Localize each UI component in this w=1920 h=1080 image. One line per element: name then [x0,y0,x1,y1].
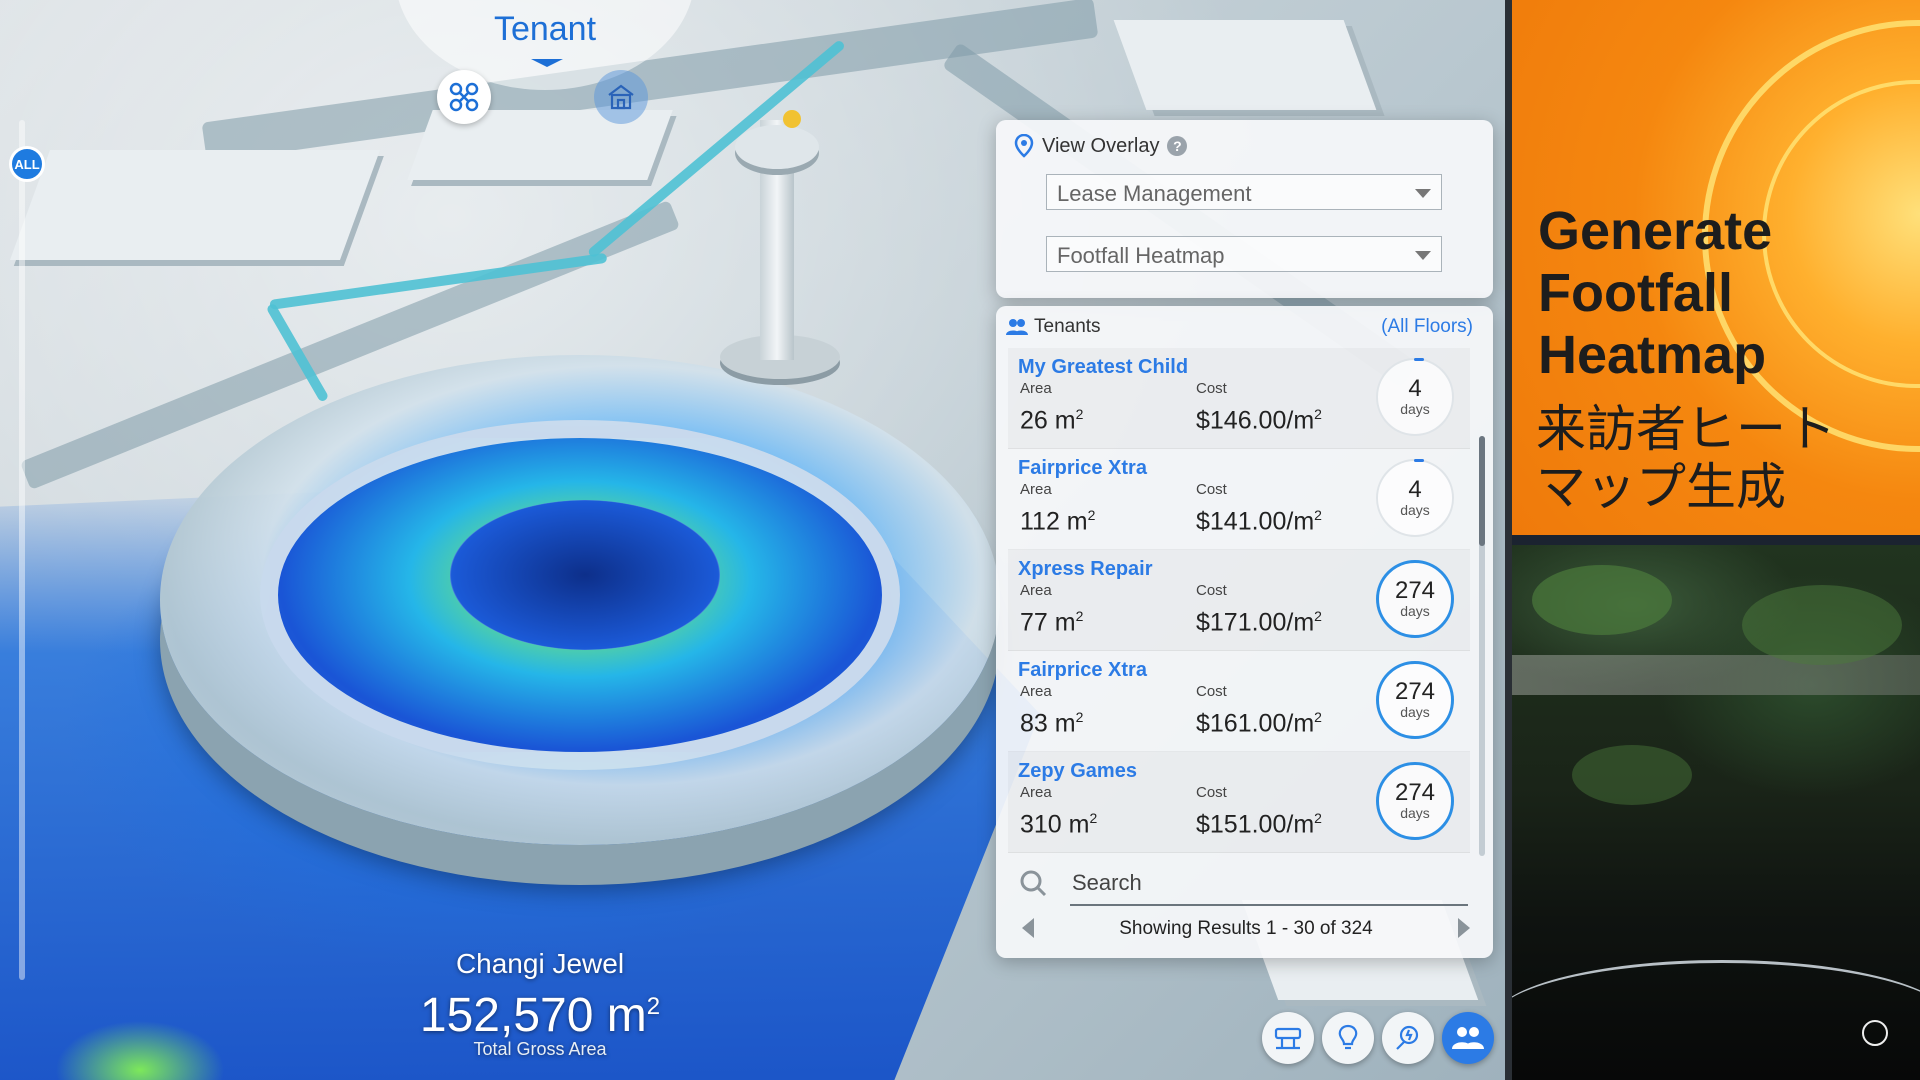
tenant-search [1018,862,1468,906]
chevron-down-icon [1415,251,1431,260]
view-overlay-title: View Overlay [1042,134,1160,157]
energy-icon[interactable] [1382,1012,1434,1064]
signage-icon[interactable] [1262,1012,1314,1064]
tenant-name[interactable]: Zepy Games [1018,760,1137,783]
view-overlay-panel: View Overlay ? Lease Management Footfall… [996,120,1493,298]
tenant-name[interactable]: Fairprice Xtra [1018,457,1147,480]
area-label: Area [1020,784,1052,801]
cost-label: Cost [1196,380,1227,397]
search-input[interactable] [1070,862,1468,906]
tenant-area: 26 m2 [1020,406,1084,435]
tenant-cost: $141.00/m2 [1196,507,1322,536]
tenant-name[interactable]: My Greatest Child [1018,356,1188,379]
overlay-category-select[interactable]: Lease Management [1046,174,1442,210]
people-icon [1006,319,1028,335]
view-overlay-header: View Overlay ? [1014,134,1188,158]
overlay-layer-select[interactable]: Footfall Heatmap [1046,236,1442,272]
results-count: Showing Results 1 - 30 of 324 [1119,918,1373,939]
cost-label: Cost [1196,683,1227,700]
overlay-category-value: Lease Management [1057,181,1252,206]
overlay-layer-value: Footfall Heatmap [1057,243,1225,268]
tenant-area: 77 m2 [1020,608,1084,637]
photo-walkway [1512,655,1920,695]
tenant-cost: $151.00/m2 [1196,810,1322,839]
promo-subtitle-jp: 来訪者ヒート マップ生成 [1536,401,1836,515]
tenant-row[interactable]: Zepy Games Area Cost 310 m2 $151.00/m2 2… [1008,752,1470,853]
tenant-row[interactable]: Xpress Repair Area Cost 77 m2 $171.00/m2… [1008,550,1470,651]
building-icon[interactable] [594,70,648,124]
promo-title: Generate Footfall Heatmap [1538,201,1773,385]
lease-days-badge: 4 days [1376,358,1454,436]
drone-icon[interactable] [437,70,491,124]
mode-dial-title[interactable]: Tenant [430,10,660,49]
tenant-name[interactable]: Fairprice Xtra [1018,659,1147,682]
tenant-name[interactable]: Xpress Repair [1018,558,1153,581]
chevron-down-icon [1415,189,1431,198]
tenant-cost: $161.00/m2 [1196,709,1322,738]
chevron-down-icon [531,59,563,67]
lease-days-badge: 274 days [1376,560,1454,638]
lease-days-badge: 274 days [1376,661,1454,739]
level-slider-track[interactable] [19,120,25,980]
tenants-header: Tenants [1006,316,1101,338]
site-name: Changi Jewel [455,948,625,979]
lease-days-badge: 4 days [1376,459,1454,537]
panel-divider [1505,0,1512,1080]
site-area: 152,570 m2 [419,989,661,1042]
photo-railing [1512,960,1920,1080]
floor-filter-link[interactable]: (All Floors) [1381,316,1473,338]
area-label: Area [1020,380,1052,397]
cost-label: Cost [1196,784,1227,801]
chevron-right-icon[interactable] [1458,918,1470,938]
tenant-cost: $146.00/m2 [1196,406,1322,435]
tenant-area: 112 m2 [1020,507,1096,536]
lease-days-badge: 274 days [1376,762,1454,840]
map-building [9,150,381,260]
people-icon[interactable] [1442,1012,1494,1064]
help-icon[interactable]: ? [1167,136,1188,156]
venue-photo [1512,545,1920,1080]
tenants-title: Tenants [1034,316,1101,337]
area-label: Area [1020,582,1052,599]
tenant-list-scroll-thumb[interactable] [1479,436,1485,546]
tenant-list: My Greatest Child Area Cost 26 m2 $146.0… [1008,348,1470,853]
tenant-area: 310 m2 [1020,810,1098,839]
tenants-panel: Tenants (All Floors) My Greatest Child A… [996,306,1493,958]
tenant-area: 83 m2 [1020,709,1084,738]
location-pin-icon [1014,134,1034,158]
map-building [1113,20,1377,110]
area-label: Area [1020,481,1052,498]
photo-foliage [1572,745,1692,805]
all-floors-button[interactable]: ALL [9,146,45,182]
photo-foliage [1532,565,1672,635]
control-tower-cab [735,125,819,169]
search-icon [1020,870,1047,897]
area-label: Area [1020,683,1052,700]
photo-foliage [1742,585,1902,665]
logo-icon [1862,1020,1888,1046]
pagination: Showing Results 1 - 30 of 324 [1016,910,1476,946]
tenant-cost: $171.00/m2 [1196,608,1322,637]
tenant-row[interactable]: Fairprice Xtra Area Cost 83 m2 $161.00/m… [1008,651,1470,752]
lightbulb-icon[interactable] [1322,1012,1374,1064]
control-tower-beacon [783,110,801,128]
jewel-rain-vortex [450,500,720,650]
site-caption: Changi Jewel 152,570 m2 Total Gross Area [390,948,690,1060]
cost-label: Cost [1196,582,1227,599]
cost-label: Cost [1196,481,1227,498]
tenant-row[interactable]: Fairprice Xtra Area Cost 112 m2 $141.00/… [1008,449,1470,550]
promo-banner: Generate Footfall Heatmap 来訪者ヒート マップ生成 [1512,0,1920,535]
tenant-row[interactable]: My Greatest Child Area Cost 26 m2 $146.0… [1008,348,1470,449]
